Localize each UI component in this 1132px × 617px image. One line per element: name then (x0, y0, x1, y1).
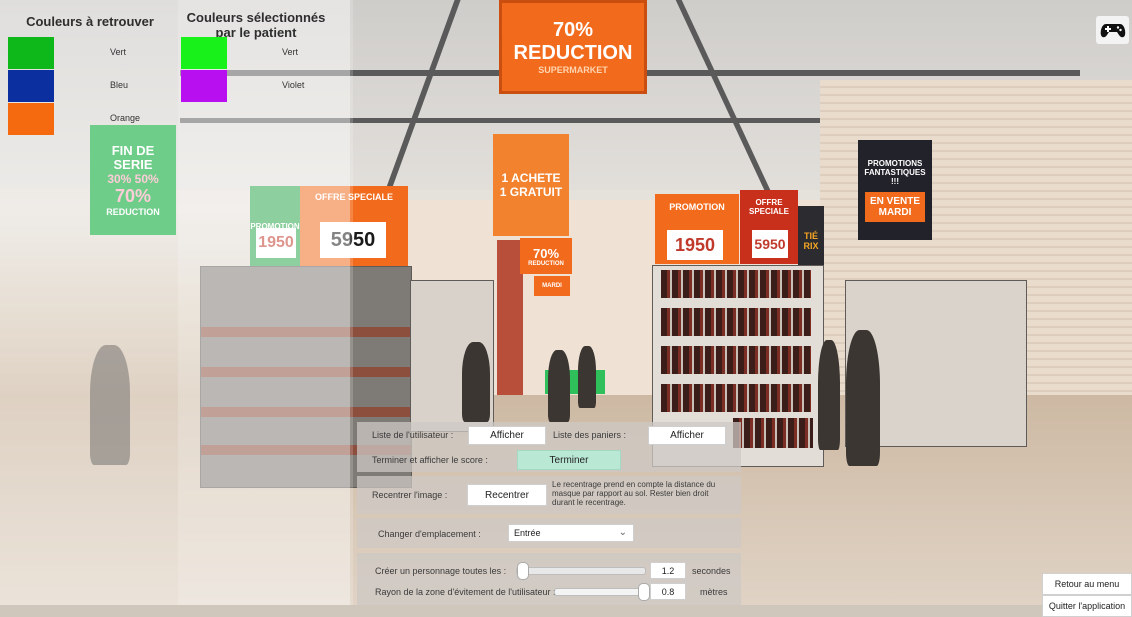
avoid-radius-slider[interactable] (554, 583, 650, 601)
location-label: Changer d'emplacement : (378, 529, 481, 539)
price-tag: 1950 (667, 230, 723, 260)
user-list-label: Liste de l'utilisateur : (372, 430, 454, 440)
color-label: Vert (110, 47, 127, 57)
sign-text: TIÉ RIX (803, 231, 819, 251)
sign-text: OFFRE SPECIALE (748, 198, 789, 216)
avoid-radius-label: Rayon de la zone d'évitement de l'utilis… (375, 587, 556, 597)
baskets-list-label: Liste des paniers : (553, 430, 627, 440)
top-reduction-sign: 70% REDUCTION SUPERMARKET (499, 0, 647, 94)
sign-text: PROMOTIONS FANTASTIQUES !!! (864, 158, 926, 186)
shopper-figure (462, 342, 490, 422)
slider-handle[interactable] (638, 583, 650, 601)
bottle-row (661, 270, 811, 298)
spawn-interval-value[interactable]: 1.2 (650, 562, 686, 579)
avoid-radius-unit: mètres (700, 587, 728, 597)
bottle-row (661, 384, 811, 412)
mid-reduction-sign: 70% REDUCTION (520, 238, 572, 274)
bottle-row (661, 346, 811, 374)
recenter-label: Recentrer l'image : (372, 490, 448, 500)
gamepad-icon-glyph (1100, 24, 1125, 38)
color-swatch (181, 37, 227, 69)
back-to-menu-button[interactable]: Retour au menu (1042, 573, 1132, 595)
color-label: Vert (282, 47, 299, 57)
show-user-list-button[interactable]: Afficher (468, 426, 546, 445)
achete-gratuit-sign: 1 ACHETE 1 GRATUIT (493, 134, 569, 236)
chevron-down-icon: ⌄ (618, 527, 627, 538)
target-colors-title: Couleurs à retrouver (26, 14, 154, 29)
sign-text: 70% (552, 19, 594, 41)
gamepad-icon[interactable] (1096, 16, 1129, 44)
shopper-figure (818, 340, 840, 450)
promotions-fantastiques-sign: PROMOTIONS FANTASTIQUES !!! EN VENTE MAR… (858, 140, 932, 240)
sign-text: SUPERMARKET (538, 65, 608, 75)
sign-text: MARDI (542, 283, 562, 289)
sign-text: 1 ACHETE (501, 171, 561, 185)
price-tag: 5950 (752, 230, 788, 258)
bottle-row (733, 418, 813, 448)
spawn-interval-unit: secondes (692, 566, 731, 576)
color-swatch (8, 70, 54, 102)
show-baskets-button[interactable]: Afficher (648, 426, 726, 445)
bottle-row (661, 308, 811, 336)
slider-handle[interactable] (517, 562, 529, 580)
color-swatch (8, 103, 54, 135)
spawn-interval-label: Créer un personnage toutes les : (375, 566, 507, 576)
sign-text: 1 GRATUIT (499, 185, 563, 199)
mardi-sign: MARDI (534, 276, 570, 296)
color-swatch (8, 37, 54, 69)
slider-fill (555, 589, 643, 595)
recenter-button[interactable]: Recentrer (467, 484, 547, 506)
sign-text: EN VENTE MARDI (865, 191, 925, 222)
sign-text: REDUCTION (513, 42, 633, 64)
finish-label: Terminer et afficher le score : (372, 455, 488, 465)
shopper-figure (578, 346, 596, 408)
color-label: Violet (282, 80, 305, 90)
spawn-interval-slider[interactable] (516, 562, 646, 580)
quit-app-button[interactable]: Quitter l'application (1042, 595, 1132, 617)
color-label: Orange (110, 113, 141, 123)
finish-button[interactable]: Terminer (517, 450, 621, 470)
recenter-help-text: Le recentrage prend en compte la distanc… (552, 480, 716, 507)
sign-text: 70% (532, 245, 560, 261)
sign-text: REDUCTION (528, 260, 564, 267)
color-label: Bleu (110, 80, 129, 90)
color-swatch (181, 70, 227, 102)
location-value: Entrée (514, 528, 541, 538)
location-dropdown[interactable]: Entrée ⌄ (508, 524, 634, 542)
sign-text: PROMOTION (669, 202, 725, 212)
shopper-figure (846, 330, 880, 466)
avoid-radius-value[interactable]: 0.8 (650, 583, 686, 600)
selected-colors-title: Couleurs sélectionnés par le patient (186, 10, 326, 40)
shopper-figure (548, 350, 570, 422)
